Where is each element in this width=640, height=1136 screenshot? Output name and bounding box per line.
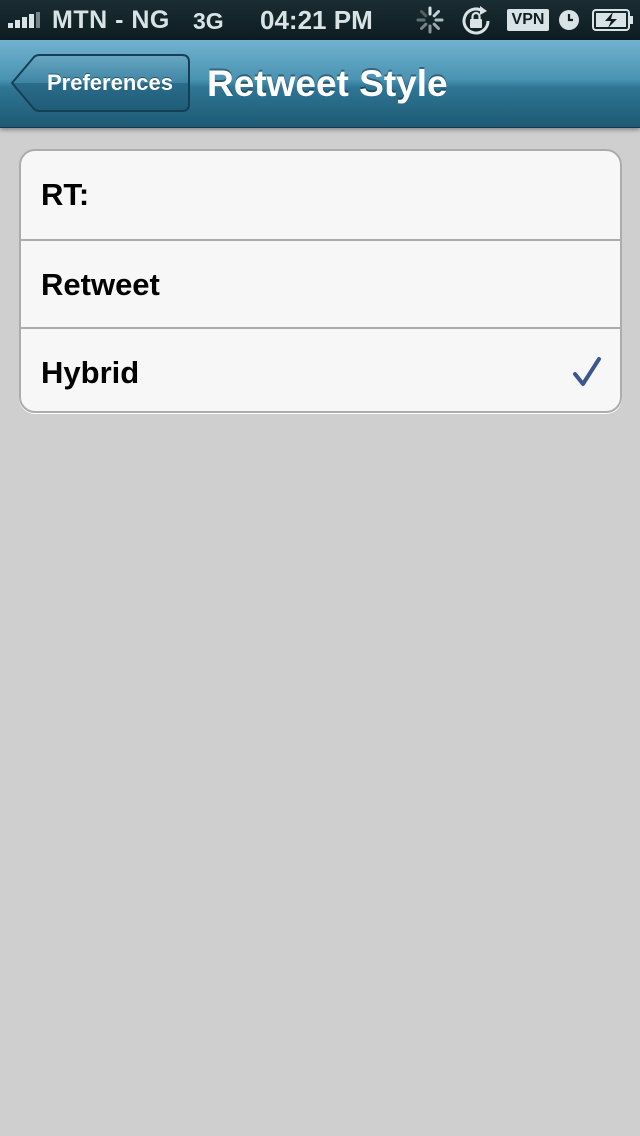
option-rt[interactable]: RT: bbox=[21, 151, 620, 239]
activity-spinner-icon bbox=[416, 6, 444, 34]
status-time: 04:21 PM bbox=[260, 5, 373, 35]
option-retweet[interactable]: Retweet bbox=[21, 239, 620, 327]
retweet-style-options: RT: Retweet Hybrid bbox=[19, 149, 622, 413]
network-type: 3G bbox=[193, 8, 224, 34]
checkmark-icon bbox=[573, 357, 601, 386]
page-title: Retweet Style bbox=[207, 63, 448, 104]
back-button-label: Preferences bbox=[47, 70, 173, 95]
status-bar: MTN - NG 3G 04:21 PM VPN bbox=[0, 0, 640, 40]
option-label: Retweet bbox=[41, 267, 160, 302]
alarm-clock-icon bbox=[559, 10, 579, 30]
back-button[interactable]: Preferences bbox=[10, 54, 190, 112]
option-label: Hybrid bbox=[41, 355, 140, 390]
navigation-bar: Preferences Retweet Style bbox=[0, 40, 640, 128]
vpn-icon: VPN bbox=[507, 9, 549, 31]
signal-icon bbox=[8, 12, 40, 28]
rotation-lock-icon bbox=[462, 6, 490, 35]
option-label: RT: bbox=[41, 177, 90, 212]
battery-charging-icon bbox=[592, 9, 633, 31]
carrier-name: MTN - NG bbox=[52, 6, 170, 34]
option-hybrid[interactable]: Hybrid bbox=[21, 327, 620, 411]
